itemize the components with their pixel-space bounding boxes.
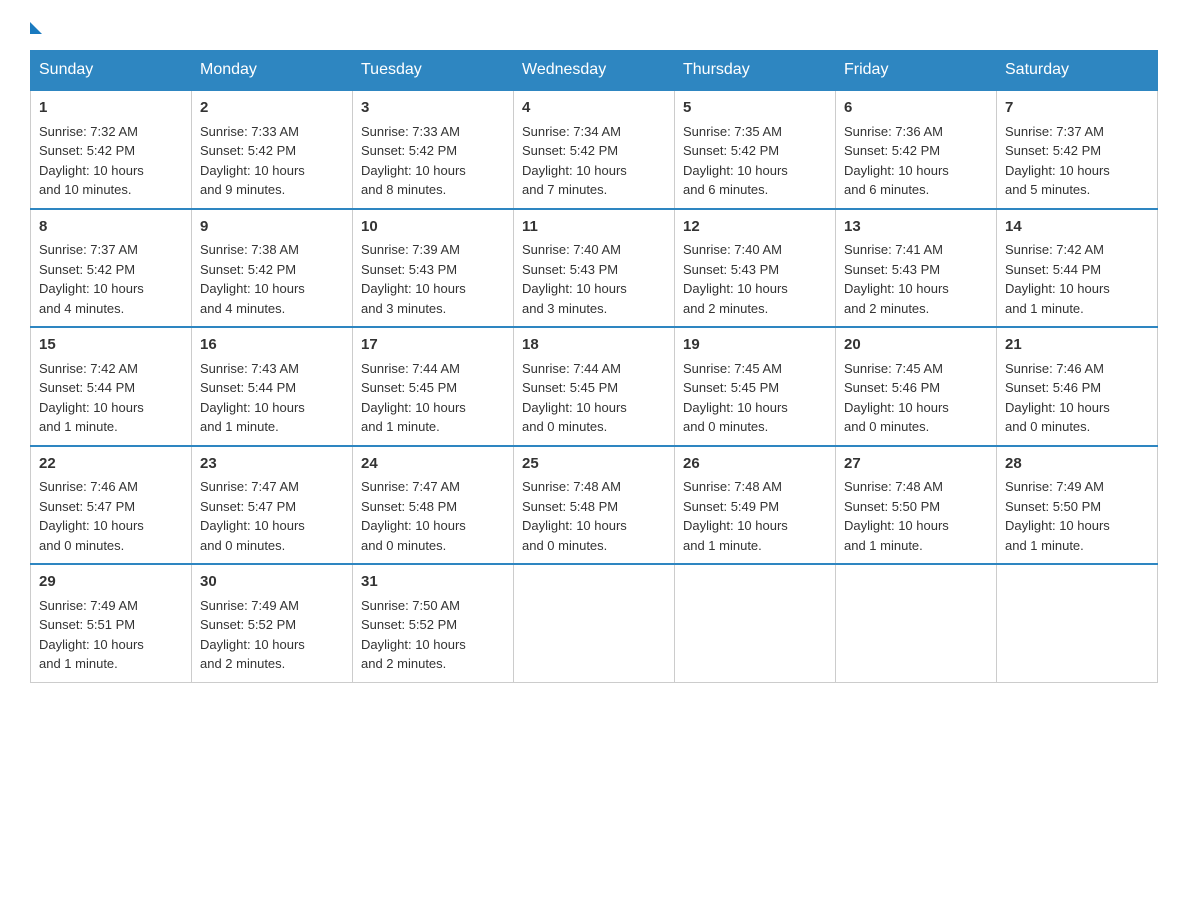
calendar-week-row: 29Sunrise: 7:49 AMSunset: 5:51 PMDayligh… [31,564,1158,682]
day-number: 10 [361,216,505,239]
page-header [30,20,1158,30]
day-number: 26 [683,453,827,476]
day-number: 15 [39,334,183,357]
day-header-saturday: Saturday [997,51,1158,91]
calendar-cell: 8Sunrise: 7:37 AMSunset: 5:42 PMDaylight… [31,209,192,328]
day-number: 7 [1005,97,1149,120]
calendar-cell: 9Sunrise: 7:38 AMSunset: 5:42 PMDaylight… [192,209,353,328]
calendar-cell: 6Sunrise: 7:36 AMSunset: 5:42 PMDaylight… [836,90,997,209]
day-number: 24 [361,453,505,476]
day-header-thursday: Thursday [675,51,836,91]
calendar-cell: 2Sunrise: 7:33 AMSunset: 5:42 PMDaylight… [192,90,353,209]
day-header-wednesday: Wednesday [514,51,675,91]
calendar-cell [675,564,836,682]
calendar-cell: 16Sunrise: 7:43 AMSunset: 5:44 PMDayligh… [192,327,353,446]
calendar-cell: 3Sunrise: 7:33 AMSunset: 5:42 PMDaylight… [353,90,514,209]
day-number: 13 [844,216,988,239]
day-number: 9 [200,216,344,239]
calendar-week-row: 15Sunrise: 7:42 AMSunset: 5:44 PMDayligh… [31,327,1158,446]
day-number: 28 [1005,453,1149,476]
day-number: 11 [522,216,666,239]
calendar-cell: 24Sunrise: 7:47 AMSunset: 5:48 PMDayligh… [353,446,514,565]
calendar-cell: 23Sunrise: 7:47 AMSunset: 5:47 PMDayligh… [192,446,353,565]
day-number: 3 [361,97,505,120]
calendar-cell [997,564,1158,682]
calendar-cell: 30Sunrise: 7:49 AMSunset: 5:52 PMDayligh… [192,564,353,682]
day-number: 29 [39,571,183,594]
calendar-table: SundayMondayTuesdayWednesdayThursdayFrid… [30,50,1158,683]
calendar-cell [514,564,675,682]
day-number: 4 [522,97,666,120]
calendar-week-row: 22Sunrise: 7:46 AMSunset: 5:47 PMDayligh… [31,446,1158,565]
day-number: 2 [200,97,344,120]
calendar-cell: 22Sunrise: 7:46 AMSunset: 5:47 PMDayligh… [31,446,192,565]
calendar-cell: 10Sunrise: 7:39 AMSunset: 5:43 PMDayligh… [353,209,514,328]
day-number: 12 [683,216,827,239]
day-number: 14 [1005,216,1149,239]
calendar-cell [836,564,997,682]
day-number: 17 [361,334,505,357]
calendar-cell: 15Sunrise: 7:42 AMSunset: 5:44 PMDayligh… [31,327,192,446]
day-header-monday: Monday [192,51,353,91]
day-number: 30 [200,571,344,594]
calendar-cell: 25Sunrise: 7:48 AMSunset: 5:48 PMDayligh… [514,446,675,565]
calendar-cell: 1Sunrise: 7:32 AMSunset: 5:42 PMDaylight… [31,90,192,209]
day-number: 1 [39,97,183,120]
logo-triangle-icon [30,22,42,34]
day-number: 8 [39,216,183,239]
day-number: 18 [522,334,666,357]
day-number: 6 [844,97,988,120]
calendar-cell: 29Sunrise: 7:49 AMSunset: 5:51 PMDayligh… [31,564,192,682]
day-number: 27 [844,453,988,476]
day-number: 23 [200,453,344,476]
calendar-cell: 19Sunrise: 7:45 AMSunset: 5:45 PMDayligh… [675,327,836,446]
calendar-cell: 27Sunrise: 7:48 AMSunset: 5:50 PMDayligh… [836,446,997,565]
day-number: 22 [39,453,183,476]
day-number: 5 [683,97,827,120]
calendar-cell: 7Sunrise: 7:37 AMSunset: 5:42 PMDaylight… [997,90,1158,209]
calendar-cell: 17Sunrise: 7:44 AMSunset: 5:45 PMDayligh… [353,327,514,446]
calendar-cell: 28Sunrise: 7:49 AMSunset: 5:50 PMDayligh… [997,446,1158,565]
calendar-cell: 18Sunrise: 7:44 AMSunset: 5:45 PMDayligh… [514,327,675,446]
day-number: 31 [361,571,505,594]
calendar-cell: 14Sunrise: 7:42 AMSunset: 5:44 PMDayligh… [997,209,1158,328]
calendar-cell: 4Sunrise: 7:34 AMSunset: 5:42 PMDaylight… [514,90,675,209]
logo [30,20,42,30]
calendar-cell: 26Sunrise: 7:48 AMSunset: 5:49 PMDayligh… [675,446,836,565]
calendar-cell: 13Sunrise: 7:41 AMSunset: 5:43 PMDayligh… [836,209,997,328]
day-number: 21 [1005,334,1149,357]
day-number: 16 [200,334,344,357]
calendar-week-row: 8Sunrise: 7:37 AMSunset: 5:42 PMDaylight… [31,209,1158,328]
day-header-sunday: Sunday [31,51,192,91]
calendar-cell: 5Sunrise: 7:35 AMSunset: 5:42 PMDaylight… [675,90,836,209]
calendar-cell: 20Sunrise: 7:45 AMSunset: 5:46 PMDayligh… [836,327,997,446]
day-number: 25 [522,453,666,476]
day-header-tuesday: Tuesday [353,51,514,91]
calendar-header-row: SundayMondayTuesdayWednesdayThursdayFrid… [31,51,1158,91]
calendar-week-row: 1Sunrise: 7:32 AMSunset: 5:42 PMDaylight… [31,90,1158,209]
calendar-cell: 12Sunrise: 7:40 AMSunset: 5:43 PMDayligh… [675,209,836,328]
calendar-cell: 21Sunrise: 7:46 AMSunset: 5:46 PMDayligh… [997,327,1158,446]
day-number: 20 [844,334,988,357]
calendar-cell: 31Sunrise: 7:50 AMSunset: 5:52 PMDayligh… [353,564,514,682]
calendar-cell: 11Sunrise: 7:40 AMSunset: 5:43 PMDayligh… [514,209,675,328]
day-header-friday: Friday [836,51,997,91]
day-number: 19 [683,334,827,357]
